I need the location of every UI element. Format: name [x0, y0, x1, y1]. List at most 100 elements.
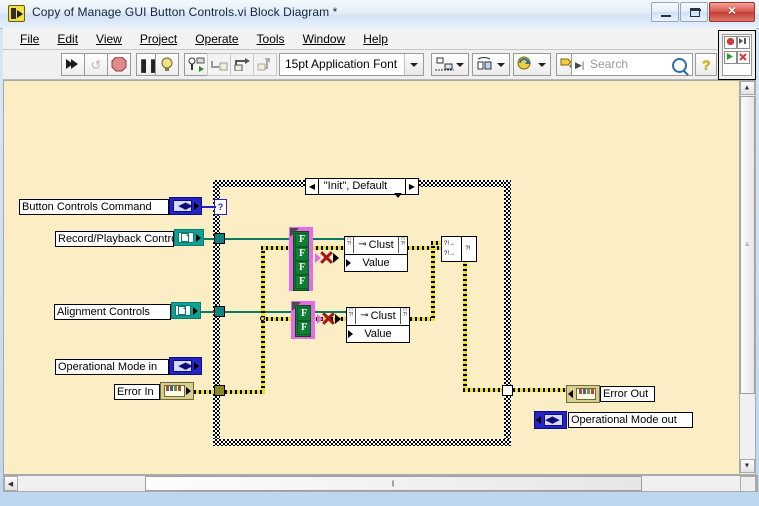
menu-help[interactable]: Help	[354, 30, 397, 48]
tunnel-error-in[interactable]	[214, 385, 225, 396]
bool-cell[interactable]: F	[295, 275, 309, 289]
run-continuously-button[interactable]: ↺	[84, 53, 108, 76]
menu-window-label: Window	[302, 31, 346, 46]
highlight-execution-button[interactable]	[155, 53, 179, 76]
reorder-button[interactable]	[513, 53, 551, 76]
menu-edit[interactable]: Edit	[48, 30, 87, 48]
label-error-out: Error Out	[600, 386, 655, 402]
wire-bundle2-riser[interactable]	[431, 241, 435, 321]
wire-error-out[interactable]	[508, 388, 566, 392]
wire-bundle1-out[interactable]	[407, 246, 441, 250]
bool-cell[interactable]: F	[295, 261, 309, 275]
cluster-icon	[178, 306, 186, 315]
bundle-value-arrow-icon	[346, 259, 351, 267]
horizontal-scrollbar[interactable]: ◀ ‖ ▶	[3, 475, 758, 492]
close-icon: ✕	[727, 5, 737, 18]
vi-status-panel	[718, 30, 756, 80]
run-button[interactable]	[61, 53, 85, 76]
chevron-down-icon[interactable]	[404, 54, 423, 75]
label-record-playback-controls: Record/Playback Controls	[55, 231, 185, 247]
search-icon[interactable]	[672, 58, 687, 73]
bundle-by-name-1[interactable]: □?! ⊸ Clust □?! Value	[344, 236, 408, 272]
align-objects-button[interactable]	[431, 53, 469, 76]
wire-merge-out-riser[interactable]	[463, 249, 467, 392]
terminal-arrow-icon	[536, 416, 541, 424]
window-resize-grip[interactable]	[740, 476, 756, 492]
status-run-icon	[724, 51, 737, 64]
wire-cluster-record-right[interactable]	[224, 238, 292, 240]
menu-operate[interactable]: Operate	[186, 30, 247, 48]
case-selector-header[interactable]: ◀ "Init", Default ▶	[305, 178, 419, 198]
tunnel-alignment[interactable]	[214, 306, 225, 317]
menu-tools-label: Tools	[256, 31, 285, 46]
menu-bar: File Edit View Project Operate Tools Win…	[3, 28, 756, 50]
terminal-error-out[interactable]	[566, 385, 600, 403]
wire-cluster-record-to-bundle[interactable]	[312, 238, 348, 240]
wire-error-bottom-run[interactable]	[220, 390, 265, 394]
menu-file[interactable]: File	[11, 30, 48, 48]
terminal-operational-mode-in[interactable]: ◀▶	[169, 357, 202, 375]
label-operational-mode-in: Operational Mode in	[55, 359, 169, 375]
terminal-error-in[interactable]	[160, 382, 194, 400]
step-into-button[interactable]	[207, 53, 231, 76]
bundle-row-cluster: □?! ⊸ Clust □?!	[345, 237, 407, 255]
block-diagram-canvas[interactable]: ◀ "Init", Default ▶ ? Button Controls Co…	[3, 80, 741, 475]
menu-project[interactable]: Project	[131, 30, 186, 48]
label-error-in: Error In	[114, 384, 160, 400]
bundle-node[interactable]: ?!→ ?!→ ?!	[441, 236, 477, 262]
context-help-button[interactable]: ?	[695, 53, 717, 76]
font-selector-value: 15pt Application Font	[285, 57, 398, 71]
retain-wire-values-button[interactable]	[184, 53, 208, 76]
distribute-objects-button[interactable]	[472, 53, 510, 76]
terminal-arrow-icon	[568, 390, 573, 398]
case-next-button[interactable]: ▶	[405, 179, 418, 194]
step-out-button[interactable]	[253, 53, 277, 76]
case-structure-right-edge	[504, 180, 511, 446]
menu-view-label: View	[96, 31, 122, 46]
tunnel-record-playback[interactable]	[214, 233, 225, 244]
boolean-array-constant-4[interactable]: F F F F	[289, 227, 313, 291]
wire-enum-command[interactable]	[200, 206, 216, 208]
scroll-left-button[interactable]: ◀	[4, 476, 18, 491]
broken-wire-icon	[322, 312, 335, 325]
bool-cell[interactable]: F	[295, 247, 309, 261]
tunnel-error-out[interactable]	[502, 385, 513, 396]
bundle-pin-out[interactable]: □?!	[398, 237, 407, 253]
search-input[interactable]: ▶| Search	[571, 53, 693, 76]
menu-tools[interactable]: Tools	[248, 30, 294, 48]
font-selector[interactable]: 15pt Application Font	[279, 53, 424, 76]
scroll-up-button[interactable]: ▲	[740, 81, 755, 95]
scroll-down-button[interactable]: ▼	[740, 459, 755, 473]
horizontal-scrollbar-thumb[interactable]: ‖	[145, 476, 642, 491]
bundle-by-name-2[interactable]: □?! ⊸ Clust □?! Value	[346, 307, 410, 343]
terminal-record-playback-controls[interactable]	[174, 229, 204, 246]
bundle-icon: ⊸	[360, 310, 369, 321]
abort-execution-button[interactable]	[107, 53, 131, 76]
bundle-pin-in[interactable]: □?!	[347, 308, 356, 324]
menu-view[interactable]: View	[87, 30, 131, 48]
bundle-pin-out[interactable]: □?!	[400, 308, 409, 324]
enum-icon: ◀▶	[178, 360, 193, 371]
minimize-button[interactable]	[651, 2, 679, 22]
status-bar	[0, 492, 759, 506]
bool-cell[interactable]: F	[297, 321, 311, 335]
error-cluster-icon	[166, 386, 181, 391]
terminal-operational-mode-out[interactable]: ◀▶	[534, 411, 567, 429]
vertical-scrollbar[interactable]: ▲ ≡ ▼	[739, 80, 756, 475]
wire-cluster-align-right[interactable]	[224, 311, 294, 313]
vertical-scrollbar-thumb[interactable]: ≡	[740, 96, 755, 394]
window-title: Copy of Manage GUI Button Controls.vi Bl…	[32, 5, 338, 19]
search-placeholder: Search	[590, 57, 629, 71]
close-button[interactable]: ✕	[709, 2, 755, 22]
bundle-value-arrow-icon	[348, 330, 353, 338]
boolean-array-constant-2[interactable]: F F	[291, 301, 315, 339]
bundle-pin-in[interactable]: □?!	[345, 237, 354, 253]
maximize-button[interactable]	[680, 2, 708, 22]
menu-window[interactable]: Window	[294, 30, 355, 48]
step-over-button[interactable]	[230, 53, 254, 76]
bundle-cluster-label: Clust	[370, 310, 396, 322]
terminal-alignment-controls[interactable]	[171, 302, 201, 319]
terminal-button-controls-command[interactable]: ◀▶	[169, 197, 202, 215]
case-prev-button[interactable]: ◀	[306, 179, 319, 194]
terminal-arrow-icon	[196, 233, 201, 242]
